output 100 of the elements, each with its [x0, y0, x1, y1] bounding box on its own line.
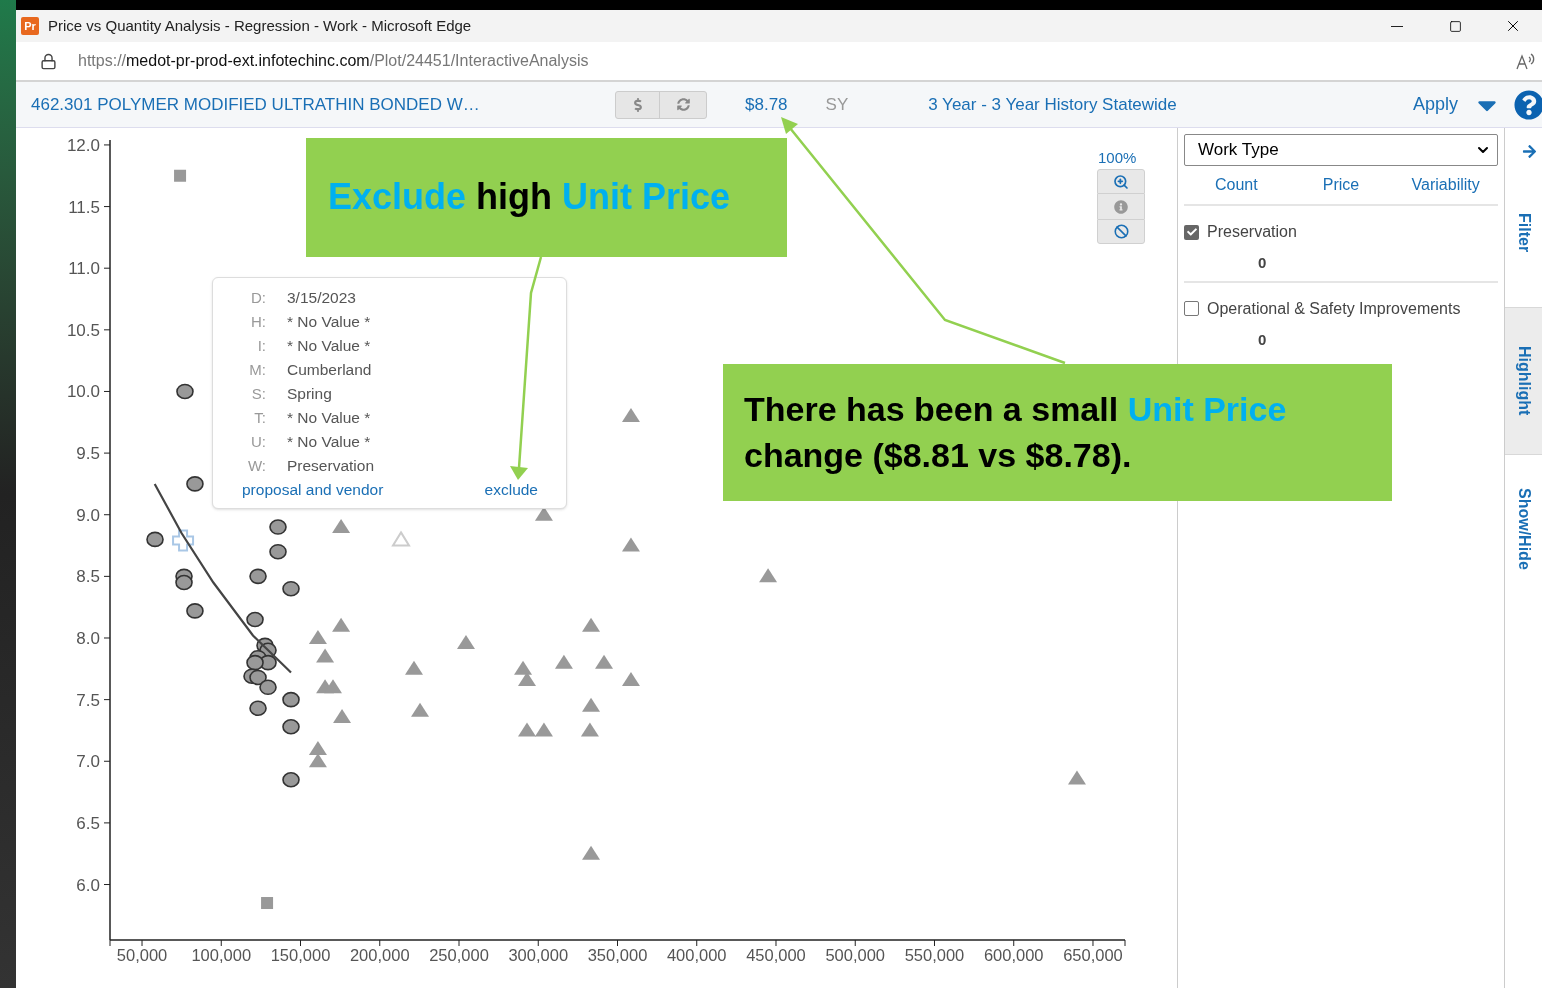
arrow-right-icon[interactable] [1522, 144, 1537, 159]
data-point [554, 654, 573, 669]
data-point [582, 845, 601, 860]
lock-icon [40, 52, 57, 70]
refresh-icon [676, 98, 690, 111]
help-icon[interactable] [1514, 89, 1542, 120]
window-title: Price vs Quantity Analysis - Regression - Work - Microsoft Edge [48, 15, 472, 36]
info-icon [1114, 199, 1128, 214]
data-point [534, 506, 553, 521]
item-title: 462.301 POLYMER MODIFIED ULTRATHIN BONDED W… [31, 93, 481, 116]
panel-tab[interactable]: Variability [1393, 171, 1498, 199]
data-point [259, 679, 277, 696]
data-point [411, 702, 429, 717]
data-point [261, 897, 274, 909]
checkbox-label: Operational & Safety Improvements [1207, 298, 1461, 319]
data-point [621, 671, 640, 686]
data-point [186, 476, 204, 492]
data-point [759, 568, 778, 583]
y-tick-label: 11.0 [68, 259, 100, 279]
data-point [621, 537, 640, 552]
x-tick-label: 650,000 [1063, 946, 1123, 964]
tooltip-value: Preservation [287, 456, 374, 477]
item-count: 0 [1258, 329, 1267, 350]
panel-tab[interactable]: Price [1288, 171, 1394, 199]
item-count: 0 [1258, 253, 1267, 273]
checkbox-label: Preservation [1207, 222, 1297, 242]
data-point [308, 753, 327, 768]
x-tick-label: 400,000 [666, 946, 727, 964]
unit-price[interactable]: $8.78 [745, 91, 788, 118]
y-tick-label: 7.5 [76, 690, 100, 710]
x-tick-label: 50,000 [116, 946, 168, 964]
tooltip-value: Spring [287, 384, 332, 405]
panel-tab[interactable]: Count [1184, 171, 1289, 199]
y-tick-label: 7.0 [76, 752, 100, 772]
tooltip-label: M: [248, 359, 266, 380]
tooltip-label: W: [246, 455, 266, 476]
y-tick-label: 8.0 [76, 629, 100, 648]
y-tick-label: 9.0 [76, 505, 100, 525]
y-tick-label: 10.0 [66, 382, 100, 402]
tooltip-link[interactable]: exclude [484, 478, 538, 502]
x-tick-label: 100,000 [191, 946, 252, 964]
side-tab[interactable]: Highlight [1505, 307, 1542, 455]
zoom-level: 100% [1098, 148, 1137, 168]
tooltip-label: S: [250, 383, 266, 404]
tooltip-label: D: [250, 287, 266, 308]
data-point [582, 697, 601, 712]
info-button[interactable] [1097, 194, 1145, 219]
y-tick-label: 10.5 [66, 320, 100, 340]
data-point [174, 169, 187, 182]
data-point [332, 617, 351, 632]
history-link[interactable]: 3 Year - 3 Year History Statewide [928, 91, 1177, 118]
data-point [308, 630, 327, 644]
tooltip-label: I: [256, 335, 266, 356]
x-tick-label: 300,000 [508, 946, 569, 964]
callout-text: Exclude high Unit Price [328, 175, 731, 220]
group-select[interactable]: Work Type [1184, 134, 1498, 166]
data-point [269, 543, 287, 560]
app-icon: Pr [21, 17, 39, 35]
x-tick-label: 500,000 [825, 946, 886, 964]
data-point [580, 722, 599, 737]
read-aloud-icon [1516, 52, 1536, 70]
tooltip-value: 3/15/2023 [287, 288, 356, 309]
x-tick-label: 250,000 [429, 946, 489, 964]
data-point [175, 574, 193, 591]
data-point [146, 531, 164, 548]
unit-label: SY [825, 93, 849, 116]
data-point [249, 568, 267, 585]
reset-button[interactable] [1097, 219, 1145, 244]
data-point [282, 691, 300, 708]
tooltip-link[interactable]: proposal and vendor [242, 478, 384, 502]
checkbox[interactable] [1184, 224, 1199, 240]
y-tick-label: 6.0 [76, 875, 100, 895]
data-point [534, 722, 553, 737]
tooltip-value: * No Value * [287, 432, 371, 453]
data-point [595, 654, 614, 669]
minimize-icon [1391, 25, 1403, 27]
data-point [249, 700, 267, 717]
data-point [324, 679, 342, 694]
tooltip-value: Cumberland [287, 360, 372, 381]
y-tick-label: 12.0 [66, 135, 100, 155]
data-point [518, 671, 536, 686]
tooltip-label: U: [250, 431, 266, 452]
data-point [405, 660, 423, 675]
data-point [391, 530, 411, 547]
data-point [282, 580, 300, 597]
callout-text: There has been a small Unit Price change ($8.81 vs $8.78). [744, 388, 1288, 476]
x-tick-label: 550,000 [904, 946, 965, 964]
zoom-in-icon [1113, 173, 1129, 190]
y-tick-label: 11.5 [68, 197, 100, 217]
data-point [186, 603, 204, 619]
tooltip-value: * No Value * [287, 408, 371, 429]
x-tick-label: 350,000 [587, 946, 648, 964]
x-tick-label: 200,000 [349, 946, 410, 964]
checkbox[interactable] [1184, 301, 1199, 316]
x-tick-label: 600,000 [983, 946, 1044, 964]
data-point [332, 519, 351, 534]
data-point [246, 611, 264, 628]
zoom-in-button[interactable] [1097, 169, 1145, 194]
data-point [582, 617, 601, 632]
apply-button[interactable]: Apply [1412, 91, 1458, 118]
